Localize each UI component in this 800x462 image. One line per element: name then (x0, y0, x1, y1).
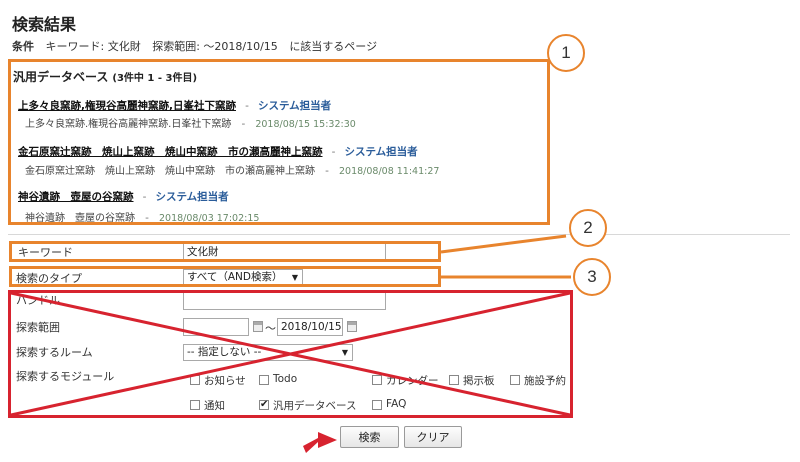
annotation-lines (8, 234, 573, 453)
callout-badge-2: 2 (569, 209, 607, 247)
callout-badge-1: 1 (547, 34, 585, 72)
callout-badge-3: 3 (573, 258, 611, 296)
callout-leader-line (440, 234, 567, 254)
red-arrow-icon (303, 432, 337, 453)
